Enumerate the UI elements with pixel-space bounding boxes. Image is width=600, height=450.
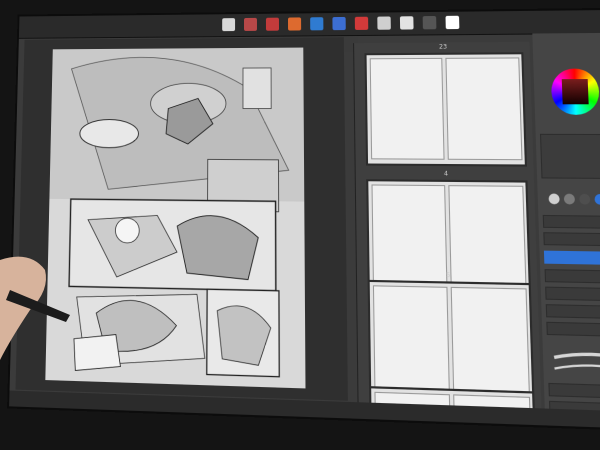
page-thumbnail[interactable] — [445, 57, 522, 160]
taskbar-app-icon-3[interactable] — [266, 18, 279, 31]
stroke-preview — [549, 344, 600, 380]
taskbar-app-icon-4[interactable] — [288, 17, 301, 30]
dock-setting-row[interactable] — [545, 269, 600, 284]
page-thumbnail[interactable] — [373, 285, 450, 394]
color-square[interactable] — [562, 79, 589, 104]
page-spread[interactable]: 5 — [368, 280, 535, 404]
taskbar-browser-icon[interactable] — [310, 17, 323, 30]
taskbar-app-icon-10[interactable] — [423, 16, 437, 29]
dock-setting-row[interactable] — [548, 383, 600, 399]
dock-setting-row[interactable] — [546, 304, 600, 319]
taskbar — [19, 10, 600, 39]
taskbar-app-icon-8[interactable] — [377, 16, 391, 29]
taskbar-app-icon-1[interactable] — [222, 18, 235, 31]
dock-setting-row[interactable] — [545, 287, 600, 302]
brush-size-option[interactable] — [564, 194, 575, 205]
right-dock — [532, 33, 600, 425]
taskbar-app-icon-7[interactable] — [355, 17, 368, 30]
hand-with-stylus — [0, 250, 70, 370]
taskbar-app-icon-9[interactable] — [400, 16, 414, 29]
taskbar-app-icon-2[interactable] — [244, 18, 257, 31]
dock-setting-row[interactable] — [543, 215, 600, 229]
tablet-screen: 23 4 5 — [9, 10, 600, 428]
spread-label: 4 — [368, 170, 525, 179]
dock-setting-row[interactable] — [546, 322, 600, 337]
page-thumbnail[interactable] — [370, 58, 445, 160]
brush-size-option[interactable] — [579, 194, 590, 205]
taskbar-app-icon-6[interactable] — [332, 17, 345, 30]
spread-label: 23 — [366, 43, 521, 51]
page-thumbnail[interactable] — [451, 287, 530, 397]
brush-size-option[interactable] — [548, 193, 559, 204]
dock-setting-row[interactable] — [543, 232, 600, 246]
brush-size-option-selected[interactable] — [594, 194, 600, 205]
color-wheel[interactable] — [551, 68, 600, 114]
pages-panel: 23 4 5 — [353, 42, 542, 422]
comic-sketch-artwork — [45, 48, 305, 389]
taskbar-app-icon-11[interactable] — [445, 16, 459, 29]
selected-layer-row[interactable] — [544, 251, 600, 265]
comic-page-canvas[interactable] — [45, 48, 305, 389]
tool-property-panel[interactable] — [540, 134, 600, 179]
page-spread[interactable]: 23 — [364, 52, 527, 166]
